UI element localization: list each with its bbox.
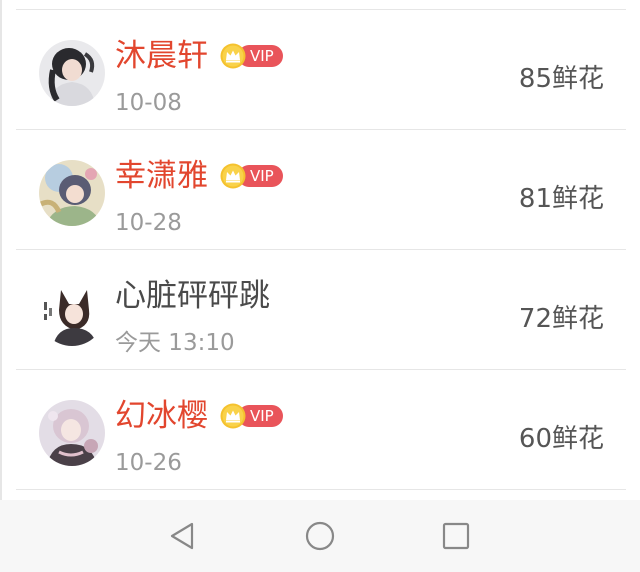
avatar[interactable] [39, 160, 105, 226]
user-name[interactable]: 心脏砰砰跳 [115, 276, 270, 316]
date-text: 10-08 [115, 90, 182, 116]
list-item[interactable]: 幸潇雅 VIP 10-28 81鲜花 [2, 130, 640, 250]
triangle-back-icon[interactable] [166, 520, 198, 552]
vip-badge: VIP [220, 403, 283, 429]
date-text: 10-28 [115, 210, 182, 236]
user-name[interactable]: 幸潇雅 [115, 156, 208, 196]
flower-count: 81鲜花 [518, 184, 604, 214]
name-line: 沐晨轩 VIP [115, 36, 283, 76]
flower-count: 72鲜花 [518, 304, 604, 334]
list-item[interactable]: 幻冰樱 VIP 10-26 60鲜花 [2, 370, 640, 490]
crown-icon [220, 43, 246, 69]
vip-badge: VIP [220, 43, 283, 69]
name-line: 幸潇雅 VIP [115, 156, 283, 196]
list-item[interactable]: 沐晨轩 VIP 10-08 85鲜花 [2, 10, 640, 130]
user-name[interactable]: 沐晨轩 [115, 36, 208, 76]
avatar[interactable] [39, 280, 105, 346]
vip-badge: VIP [220, 163, 283, 189]
user-name[interactable]: 幻冰樱 [115, 396, 208, 436]
flower-count: 85鲜花 [518, 64, 604, 94]
square-recents-icon[interactable] [440, 520, 472, 552]
name-line: 幻冰樱 VIP [115, 396, 283, 436]
crown-icon [220, 163, 246, 189]
system-navigation-bar [0, 500, 640, 572]
date-text: 10-26 [115, 450, 182, 476]
row-divider [16, 489, 626, 490]
name-line: 心脏砰砰跳 [115, 276, 270, 316]
crown-icon [220, 403, 246, 429]
avatar[interactable] [39, 40, 105, 106]
avatar[interactable] [39, 400, 105, 466]
flower-ranking-list: 沐晨轩 VIP 10-08 85鲜花 幸潇雅 VIP 10-28 81鲜花 心脏… [0, 0, 640, 500]
circle-home-icon[interactable] [304, 520, 336, 552]
date-text: 今天 13:10 [115, 330, 235, 356]
flower-count: 60鲜花 [518, 424, 604, 454]
list-item[interactable]: 心脏砰砰跳 今天 13:10 72鲜花 [2, 250, 640, 370]
